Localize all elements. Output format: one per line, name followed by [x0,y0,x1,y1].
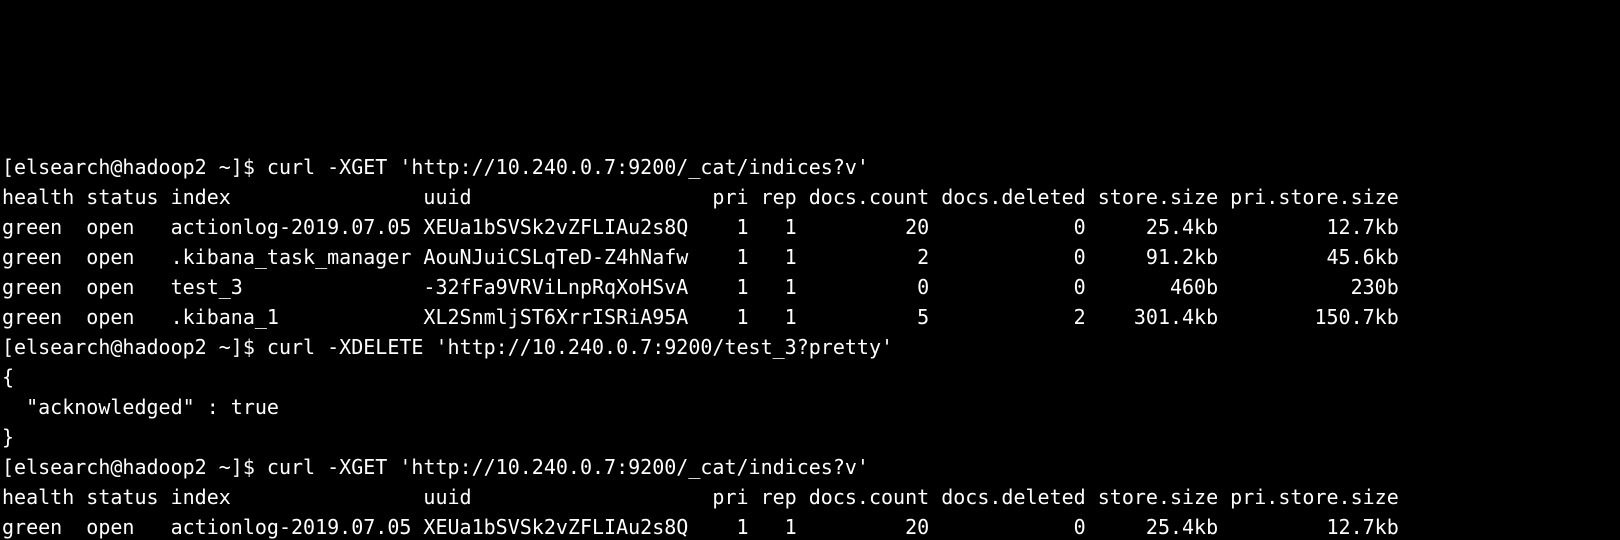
table-row: green open .kibana_1 XL2SnmljST6XrrISRiA… [2,305,1399,329]
table-row: green open actionlog-2019.07.05 XEUa1bSV… [2,515,1399,539]
table-header: health status index uuid pri rep docs.co… [2,485,1399,509]
output-line: } [2,425,14,449]
prompt: [elsearch@hadoop2 ~]$ [2,335,267,359]
output-line: { [2,365,14,389]
command[interactable]: curl -XDELETE 'http://10.240.0.7:9200/te… [267,335,893,359]
table-row: green open actionlog-2019.07.05 XEUa1bSV… [2,215,1399,239]
prompt: [elsearch@hadoop2 ~]$ [2,455,267,479]
output-line: "acknowledged" : true [2,395,279,419]
table-row: green open .kibana_task_manager AouNJuiC… [2,245,1399,269]
command[interactable]: curl -XGET 'http://10.240.0.7:9200/_cat/… [267,155,869,179]
table-header: health status index uuid pri rep docs.co… [2,185,1399,209]
terminal-output: [elsearch@hadoop2 ~]$ curl -XGET 'http:/… [0,150,1620,540]
prompt: [elsearch@hadoop2 ~]$ [2,155,267,179]
table-row: green open test_3 -32fFa9VRViLnpRqXoHSvA… [2,275,1399,299]
command[interactable]: curl -XGET 'http://10.240.0.7:9200/_cat/… [267,455,869,479]
